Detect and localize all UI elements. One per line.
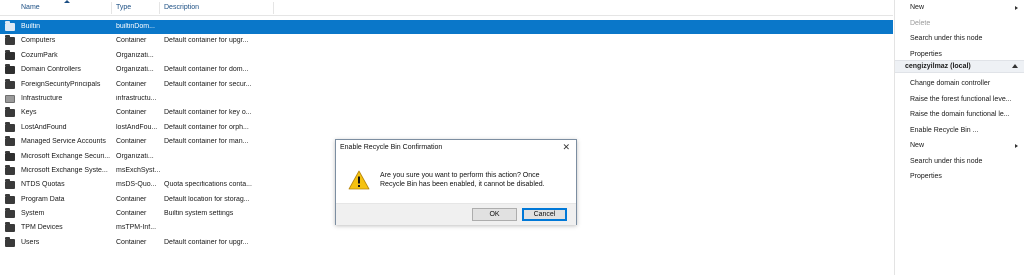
- row-name: Keys: [21, 109, 37, 117]
- list-row[interactable]: ForeignSecurityPrincipals Container Defaul…: [0, 78, 893, 92]
- recycle-bin-confirmation-dialog: Enable Recycle Bin Confirmation ✕ Are yo…: [335, 139, 577, 225]
- list-row[interactable]: Keys Container Default container for key o…: [0, 106, 893, 120]
- row-name: Program Data: [21, 195, 65, 203]
- row-name: Computers: [21, 37, 56, 45]
- row-name: System: [21, 210, 45, 218]
- submenu-arrow-icon: [1015, 144, 1018, 148]
- action-enable-recycle-bin[interactable]: Enable Recycle Bin ...: [910, 127, 978, 134]
- list-row[interactable]: Users Container Default container for upgr…: [0, 236, 893, 250]
- row-description: Default container for secur...: [164, 80, 252, 88]
- dialog-message: Are you sure you want to perform this ac…: [380, 172, 545, 188]
- organizational-unit-icon: [5, 150, 15, 161]
- row-type: Container: [116, 109, 147, 117]
- dialog-title: Enable Recycle Bin Confirmation: [340, 144, 443, 151]
- column-header-name[interactable]: Name: [21, 2, 112, 14]
- row-name: TPM Devices: [21, 224, 63, 232]
- submenu-arrow-icon: [1015, 6, 1018, 10]
- folder-icon: [5, 208, 15, 219]
- action-search-under-this-node[interactable]: Search under this node: [910, 35, 982, 42]
- row-type: Container: [116, 80, 147, 88]
- row-description: Default container for man...: [164, 138, 249, 146]
- action-delete: Delete: [910, 19, 931, 27]
- row-name: ForeignSecurityPrincipals: [21, 80, 101, 88]
- infrastructure-icon: [5, 94, 15, 103]
- list-row[interactable]: CozumPark Organizati...: [0, 49, 893, 63]
- folder-icon: [5, 179, 15, 190]
- row-name: Users: [21, 238, 40, 246]
- row-type: msExchSyst...: [116, 166, 160, 174]
- row-description: Quota specifications conta...: [164, 181, 252, 189]
- row-description: Default container for dom...: [164, 66, 249, 74]
- row-type: Container: [116, 138, 147, 146]
- list-header: Name Type Description: [0, 0, 893, 16]
- row-type: Container: [116, 37, 147, 45]
- list-row[interactable]: LostAndFound lostAndFou... Default contain…: [0, 121, 893, 135]
- actions-section-header[interactable]: cengizyilmaz (local): [895, 60, 1024, 73]
- action-raise-the-forest-functional-leve[interactable]: Raise the forest functional leve...: [910, 96, 1012, 103]
- list-row[interactable]: Computers Container Default container for …: [0, 34, 893, 48]
- cancel-button[interactable]: Cancel: [522, 208, 567, 221]
- dialog-footer: OK Cancel: [336, 203, 576, 225]
- folder-icon: [5, 121, 15, 132]
- row-name: Infrastructure: [21, 94, 63, 102]
- dialog-body: Are you sure you want to perform this ac…: [336, 158, 576, 203]
- column-header-type[interactable]: Type: [116, 2, 160, 14]
- action-properties[interactable]: Properties: [910, 173, 942, 180]
- action-search-under-this-node[interactable]: Search under this node: [910, 158, 982, 165]
- row-type: Container: [116, 195, 147, 203]
- row-name: Domain Controllers: [21, 66, 81, 74]
- actions-pane: cengizyilmaz (local) New Delete Search und…: [894, 0, 1024, 275]
- list-row[interactable]: Infrastructure infrastructu...: [0, 92, 893, 106]
- action-change-domain-controller[interactable]: Change domain controller: [910, 80, 990, 87]
- row-description: Default container for upgr...: [164, 238, 249, 246]
- organizational-unit-icon: [5, 64, 15, 75]
- row-name: LostAndFound: [21, 123, 67, 131]
- folder-icon: [5, 193, 15, 204]
- row-type: msDS-Quo...: [116, 181, 157, 189]
- action-new[interactable]: New: [910, 4, 924, 11]
- row-description: Default container for key o...: [164, 109, 252, 117]
- action-properties[interactable]: Properties: [910, 51, 942, 58]
- folder-icon: [5, 35, 15, 46]
- row-name: Builtin: [21, 23, 41, 30]
- row-type: builtinDom...: [116, 23, 155, 30]
- row-type: msTPM-Inf...: [116, 224, 157, 232]
- row-type: infrastructu...: [116, 94, 157, 102]
- folder-icon: [5, 164, 15, 175]
- action-new[interactable]: New: [910, 142, 924, 149]
- row-type: lostAndFou...: [116, 123, 158, 131]
- row-type: Container: [116, 210, 147, 218]
- folder-icon: [5, 136, 15, 147]
- organizational-unit-icon: [5, 49, 15, 60]
- row-type: Organizati...: [116, 152, 154, 160]
- ok-button[interactable]: OK: [472, 208, 517, 221]
- collapse-icon[interactable]: [1012, 64, 1018, 68]
- row-name: Microsoft Exchange Securi...: [21, 152, 111, 160]
- actions-section-title: cengizyilmaz (local): [905, 63, 971, 70]
- folder-icon: [5, 107, 15, 118]
- warning-icon: [348, 170, 370, 190]
- row-type: Organizati...: [116, 66, 154, 74]
- row-name: Managed Service Accounts: [21, 138, 106, 146]
- list-row[interactable]: Domain Controllers Organizati... Default c…: [0, 63, 893, 77]
- row-description: Default container for upgr...: [164, 37, 249, 45]
- list-row[interactable]: Builtin builtinDom...: [0, 20, 893, 35]
- object-list-pane: Name Type Description Builtin builtinDom.…: [0, 0, 893, 275]
- row-type: Container: [116, 238, 147, 246]
- row-type: Organizati...: [116, 51, 154, 59]
- column-header-description[interactable]: Description: [164, 2, 274, 14]
- close-icon[interactable]: ✕: [562, 142, 570, 152]
- row-description: Default location for storag...: [164, 195, 250, 203]
- folder-icon: [5, 222, 15, 233]
- folder-icon: [5, 236, 15, 247]
- row-name: CozumPark: [21, 51, 58, 59]
- folder-icon: [5, 78, 15, 89]
- folder-icon: [5, 21, 15, 31]
- row-description: Builtin system settings: [164, 210, 234, 218]
- row-name: Microsoft Exchange Syste...: [21, 166, 108, 174]
- action-raise-the-domain-functional-le[interactable]: Raise the domain functional le...: [910, 111, 1010, 118]
- row-name: NTDS Quotas: [21, 181, 65, 189]
- row-description: Default container for orph...: [164, 123, 249, 131]
